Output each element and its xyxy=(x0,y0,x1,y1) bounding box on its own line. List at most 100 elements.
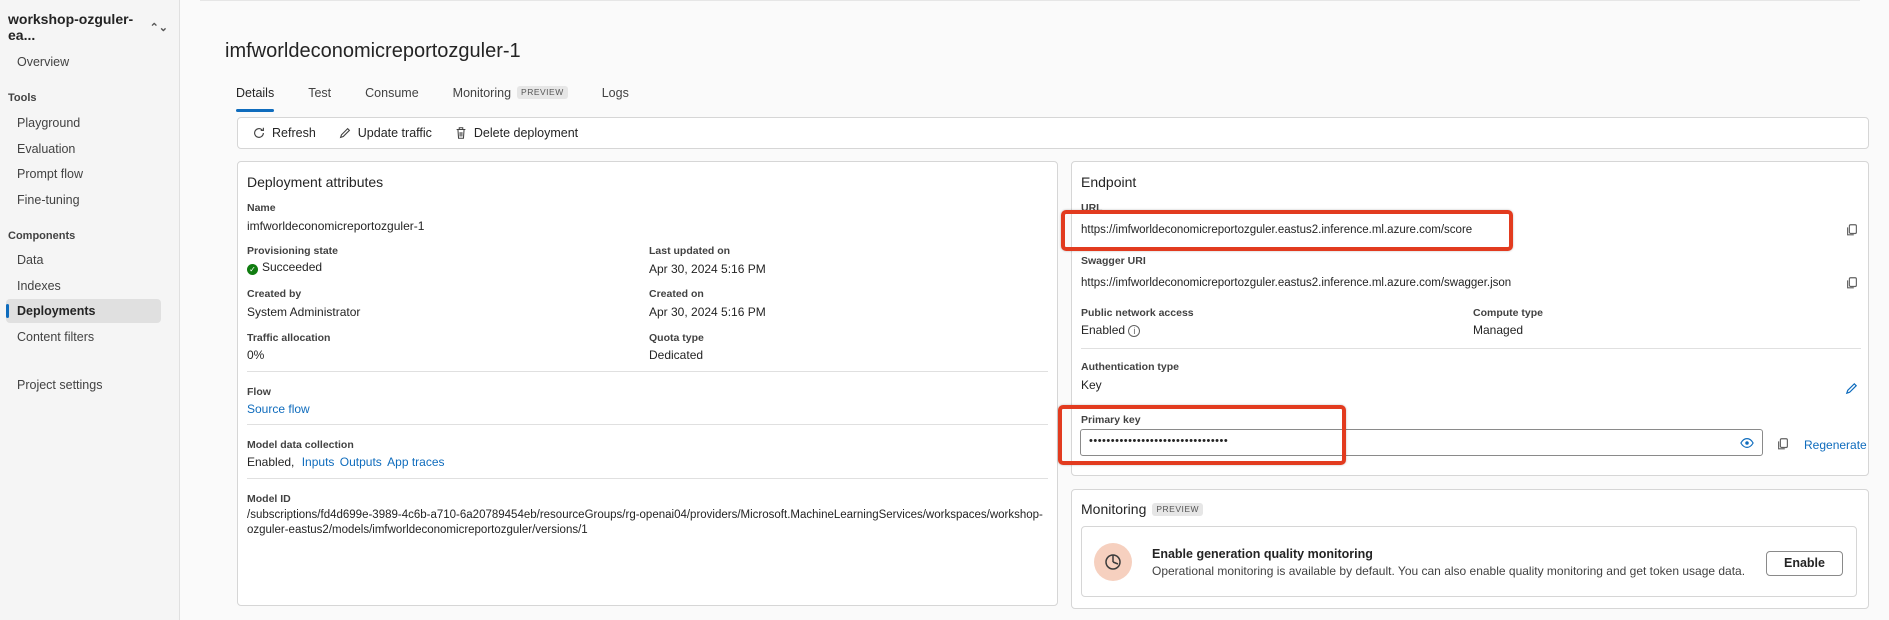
swagger-value: https://imfworldeconomicreportozguler.ea… xyxy=(1081,277,1512,289)
monitoring-callout-desc: Operational monitoring is available by d… xyxy=(1152,564,1746,578)
model-id-label: Model ID xyxy=(247,493,291,505)
name-value: imfworldeconomicreportozguler-1 xyxy=(247,219,425,233)
trash-icon xyxy=(456,127,466,139)
divider xyxy=(1081,348,1861,349)
section-title: Deployment attributes xyxy=(247,174,384,190)
section-title: Endpoint xyxy=(1081,174,1137,190)
section-title: Monitoring PREVIEW xyxy=(1081,501,1204,517)
tab-label: Details xyxy=(236,86,275,100)
sidebar-item-data[interactable]: Data xyxy=(6,248,161,272)
refresh-button[interactable]: Refresh xyxy=(252,126,316,140)
model-id-line-1: /subscriptions/fd4d699e-3989-4c6b-a710-6… xyxy=(247,509,1043,521)
tab-label: Test xyxy=(308,86,332,100)
enable-monitoring-button[interactable]: Enable xyxy=(1766,551,1843,576)
tab-logs[interactable]: Logs xyxy=(594,86,637,112)
quota-label: Quota type xyxy=(649,332,704,344)
tab-consume[interactable]: Consume xyxy=(357,86,427,112)
auth-type-value: Key xyxy=(1081,378,1102,392)
sidebar-item-content-filters[interactable]: Content filters xyxy=(6,325,161,349)
traffic-value: 0% xyxy=(247,348,265,362)
auth-type-label: Authentication type xyxy=(1081,361,1180,373)
inputs-link[interactable]: Inputs xyxy=(302,455,335,469)
delete-deployment-label: Delete deployment xyxy=(473,126,579,140)
source-flow-link[interactable]: Source flow xyxy=(247,402,310,416)
monitoring-gauge-icon xyxy=(1094,543,1132,581)
divider xyxy=(247,371,1048,372)
copy-swagger-icon[interactable] xyxy=(1845,276,1859,290)
check-circle-icon: ✓ xyxy=(247,264,258,275)
sidebar-item-label: Overview xyxy=(17,55,70,69)
public-network-label: Public network access xyxy=(1081,307,1194,319)
name-label: Name xyxy=(247,202,276,214)
provisioning-text: Succeeded xyxy=(262,260,323,274)
sidebar-item-indexes[interactable]: Indexes xyxy=(6,274,161,298)
tab-monitoring[interactable]: Monitoring PREVIEW xyxy=(445,86,576,112)
copy-key-icon[interactable] xyxy=(1776,437,1790,451)
created-on-label: Created on xyxy=(649,288,704,300)
public-network-text: Enabled xyxy=(1081,323,1126,337)
flow-label: Flow xyxy=(247,386,271,398)
sidebar-item-project-settings[interactable]: Project settings xyxy=(6,373,161,397)
outputs-link[interactable]: Outputs xyxy=(340,455,382,469)
sidebar-item-deployments[interactable]: Deployments xyxy=(6,299,161,323)
pencil-icon xyxy=(339,127,350,139)
update-traffic-label: Update traffic xyxy=(357,126,432,140)
divider xyxy=(247,478,1048,479)
sidebar-item-label: Evaluation xyxy=(17,142,76,156)
sidebar-item-playground[interactable]: Playground xyxy=(6,111,161,135)
refresh-icon xyxy=(254,127,264,138)
monitoring-callout xyxy=(1081,526,1857,597)
sidebar-item-label: Data xyxy=(17,253,44,267)
sidebar-item-overview[interactable]: Overview xyxy=(6,50,161,74)
breadcrumb xyxy=(200,0,1860,4)
swagger-label: Swagger URI xyxy=(1081,255,1146,267)
eye-icon[interactable] xyxy=(1740,437,1754,449)
mdc-state: Enabled, xyxy=(247,455,295,469)
page-title: imfworldeconomicreportozguler-1 xyxy=(225,40,521,62)
tab-bar: Details Test Consume Monitoring PREVIEW L… xyxy=(228,86,655,114)
project-selector[interactable]: workshop-ozguler-ea... ⌃⌄ xyxy=(8,11,168,43)
primary-key-highlight-box xyxy=(1058,405,1346,465)
regenerate-link[interactable]: Regenerate xyxy=(1804,438,1867,452)
created-by-value: System Administrator xyxy=(247,305,361,319)
tab-details[interactable]: Details xyxy=(228,86,282,112)
provisioning-label: Provisioning state xyxy=(247,245,339,257)
project-name: workshop-ozguler-ea... xyxy=(8,11,134,43)
tab-label: Consume xyxy=(365,86,419,100)
created-on-value: Apr 30, 2024 5:16 PM xyxy=(649,305,766,319)
compute-type-value: Managed xyxy=(1473,323,1524,337)
public-network-value: Enabled i xyxy=(1081,323,1141,337)
edit-icon[interactable] xyxy=(1844,381,1859,396)
monitoring-heading: Monitoring xyxy=(1081,501,1147,517)
sidebar-item-evaluation[interactable]: Evaluation xyxy=(6,137,161,161)
created-by-label: Created by xyxy=(247,288,302,300)
sidebar: workshop-ozguler-ea... ⌃⌄ Overview Tools… xyxy=(0,0,180,620)
last-updated-value: Apr 30, 2024 5:16 PM xyxy=(649,262,766,276)
divider xyxy=(247,424,1048,425)
info-icon[interactable]: i xyxy=(1128,325,1141,337)
tab-test[interactable]: Test xyxy=(300,86,339,112)
sidebar-item-label: Fine-tuning xyxy=(17,193,80,207)
tab-label: Monitoring xyxy=(452,86,512,100)
tab-label: Logs xyxy=(601,86,629,100)
chevron-updown-icon: ⌃⌄ xyxy=(149,21,168,34)
sidebar-item-prompt-flow[interactable]: Prompt flow xyxy=(6,162,161,186)
compute-type-label: Compute type xyxy=(1473,307,1544,319)
model-data-collection-label: Model data collection xyxy=(247,439,354,451)
last-updated-label: Last updated on xyxy=(649,245,731,257)
sidebar-section-components: Components xyxy=(8,230,76,242)
copy-url-icon[interactable] xyxy=(1845,223,1859,237)
sidebar-item-label: Indexes xyxy=(17,279,61,293)
sidebar-item-label: Project settings xyxy=(17,378,103,392)
command-bar: Refresh Update traffic Delete deployment xyxy=(237,117,1869,149)
url-highlight-box xyxy=(1061,210,1513,251)
sidebar-section-tools: Tools xyxy=(8,92,37,104)
model-data-collection-value: Enabled, Inputs Outputs App traces xyxy=(247,455,445,469)
update-traffic-button[interactable]: Update traffic xyxy=(338,126,432,140)
app-traces-link[interactable]: App traces xyxy=(387,455,444,469)
delete-deployment-button[interactable]: Delete deployment xyxy=(454,126,578,140)
preview-badge: PREVIEW xyxy=(1152,503,1204,516)
monitoring-callout-title: Enable generation quality monitoring xyxy=(1152,547,1373,561)
sidebar-item-label: Deployments xyxy=(17,304,96,318)
sidebar-item-fine-tuning[interactable]: Fine-tuning xyxy=(6,188,161,212)
